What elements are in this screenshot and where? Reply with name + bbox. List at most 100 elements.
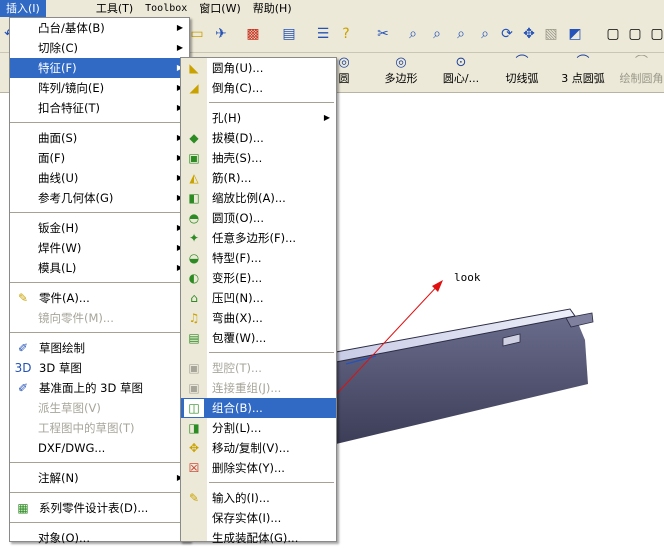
window-icon[interactable]: ▤ [280, 25, 298, 43]
insert-menu-item-12[interactable]: 焊件(W)▶ [10, 238, 189, 258]
menu-item-label: 抽壳(S)... [212, 151, 263, 165]
rotate-icon[interactable]: ⟳ [498, 25, 516, 43]
sketch-fillet-button[interactable]: ⌒ 绘制圆角 [619, 55, 664, 91]
insert-menu-item-9[interactable]: 参考几何体(G)▶ [10, 188, 189, 208]
menu-help[interactable]: 帮助(H) [247, 0, 298, 17]
menu-item-label: 分割(L)... [212, 421, 262, 435]
menu-item-label: 任意多边形(F)... [212, 231, 297, 245]
wrap-icon: ▤ [188, 331, 200, 345]
insert-menu-item-3[interactable]: 阵列/镜向(E)▶ [10, 78, 189, 98]
features-menu-item-13[interactable]: ♫ 弯曲(X)... [181, 308, 336, 328]
features-menu-item-19[interactable]: ◨ 分割(L)... [181, 418, 336, 438]
menu-separator [10, 488, 189, 498]
features-menu-item-0[interactable]: ◣ 圆角(U)... [181, 58, 336, 78]
combine-icon: ◫ [184, 399, 204, 417]
chamfer-icon: ◢ [189, 81, 199, 95]
features-menu-item-9[interactable]: ✦ 任意多边形(F)... [181, 228, 336, 248]
menu-item-label: 3D 草图 [39, 361, 82, 375]
insert-menu-item-7[interactable]: 面(F)▶ [10, 148, 189, 168]
render-icon[interactable]: ▩ [244, 25, 262, 43]
insert-menu-item-2[interactable]: 特征(F)▶ [10, 58, 189, 78]
menu-separator [181, 348, 336, 358]
help-icon[interactable]: ? [337, 25, 355, 43]
insert-menu-item-21[interactable]: 派生草图(V) [10, 398, 189, 418]
features-menu-item-6[interactable]: ◭ 筋(R)... [181, 168, 336, 188]
features-menu-item-5[interactable]: ▣ 抽壳(S)... [181, 148, 336, 168]
insert-menu-item-16[interactable]: 镜向零件(M)... [10, 308, 189, 328]
features-menu-item-7[interactable]: ◧ 缩放比例(A)... [181, 188, 336, 208]
features-menu-item-20[interactable]: ✥ 移动/复制(V)... [181, 438, 336, 458]
select-icon[interactable]: ✂ [374, 25, 392, 43]
features-menu-item-25[interactable]: 生成装配体(G)... [181, 528, 336, 548]
menu-separator [10, 118, 189, 128]
features-menu-item-21[interactable]: ☒ 删除实体(Y)... [181, 458, 336, 478]
insert-menu-item-27[interactable]: ▦ 系列零件设计表(D)... [10, 498, 189, 518]
circle-button[interactable]: ◎ 圆 [338, 55, 350, 91]
features-menu-item-8[interactable]: ◓ 圆顶(O)... [181, 208, 336, 228]
insert-menu-item-15[interactable]: ✎ 零件(A)... [10, 288, 189, 308]
insert-menu-item-19[interactable]: 3D 3D 草图 [10, 358, 189, 378]
insert-menu-item-6[interactable]: 曲面(S)▶ [10, 128, 189, 148]
features-menu-item-24[interactable]: 保存实体(I)... [181, 508, 336, 528]
center-arc-button[interactable]: ⊙ 圆心/... [436, 55, 486, 91]
hidden-lines-icon[interactable]: ▢ [626, 25, 644, 43]
submenu-arrow-icon: ▶ [176, 43, 183, 52]
menu-window[interactable]: 窗口(W) [193, 0, 246, 17]
pan-icon[interactable]: ✥ [520, 25, 538, 43]
menu-item-label: 面(F) [38, 151, 66, 165]
menu-separator [181, 478, 336, 488]
features-menu-item-10[interactable]: ◒ 特型(F)... [181, 248, 336, 268]
wireframe-icon[interactable]: ▢ [604, 25, 622, 43]
menu-item-label: 曲面(S) [38, 131, 78, 145]
zoom-selection-icon[interactable]: ⌕ [476, 25, 494, 43]
insert-menu-item-25[interactable]: 注解(N)▶ [10, 468, 189, 488]
features-menu-item-14[interactable]: ▤ 包覆(W)... [181, 328, 336, 348]
insert-menu-item-1[interactable]: 切除(C) ▶ [10, 38, 189, 58]
polygon-button[interactable]: ◎ 多边形 [381, 55, 421, 91]
features-menu-item-18[interactable]: ◫ 组合(B)... [181, 398, 336, 418]
insert-menu-item-23[interactable]: DXF/DWG... [10, 438, 189, 458]
roll-icon[interactable]: ▧ [542, 25, 560, 43]
features-menu-item-1[interactable]: ◢ 倒角(C)... [181, 78, 336, 98]
menu-item-label: 筋(R)... [212, 171, 252, 185]
menu-item-label: 特型(F)... [212, 251, 262, 265]
menu-toolbox[interactable]: Toolbox [139, 0, 193, 17]
features-menu-item-17[interactable]: ▣ 连接重组(J)... [181, 378, 336, 398]
zoom-fit-icon[interactable]: ⌕ [404, 25, 422, 43]
zoom-area-icon[interactable]: ⌕ [428, 25, 446, 43]
rebuild-icon[interactable]: ✈ [212, 25, 230, 43]
menu-tools[interactable]: 工具(T) [90, 0, 139, 17]
shaded-icon[interactable]: ▢ [648, 25, 664, 43]
features-menu-item-12[interactable]: ⌂ 压凹(N)... [181, 288, 336, 308]
menu-item-label: 特征(F) [38, 61, 77, 75]
insert-menu-item-18[interactable]: ✐ 草图绘制 [10, 338, 189, 358]
features-menu-item-23[interactable]: ✎ 输入的(I)... [181, 488, 336, 508]
menu-item-label: 保存实体(I)... [212, 511, 282, 525]
features-menu-item-11[interactable]: ◐ 变形(E)... [181, 268, 336, 288]
insert-menu-item-29[interactable]: 对象(O)... [10, 528, 189, 548]
insert-menu-item-22[interactable]: 工程图中的草图(T) [10, 418, 189, 438]
insert-menu-item-0[interactable]: 凸台/基体(B) ▶ [10, 18, 189, 38]
menu-insert[interactable]: 插入(I) [0, 0, 46, 17]
features-menu-item-16[interactable]: ▣ 型腔(T)... [181, 358, 336, 378]
three-point-arc-button[interactable]: ⌒ 3 点圆弧 [557, 55, 609, 91]
insert-menu-item-11[interactable]: 钣金(H)▶ [10, 218, 189, 238]
features-menu-item-4[interactable]: ◆ 拔模(D)... [181, 128, 336, 148]
insert-menu-item-13[interactable]: 模具(L)▶ [10, 258, 189, 278]
properties-icon[interactable]: ☰ [314, 25, 332, 43]
insert-menu-item-4[interactable]: 扣合特征(T)▶ [10, 98, 189, 118]
menu-item-label: 包覆(W)... [212, 331, 267, 345]
scale-icon: ◧ [188, 191, 200, 205]
tangent-arc-button[interactable]: ⌒ 切线弧 [502, 55, 542, 91]
menu-separator [10, 278, 189, 288]
view-orientation-icon[interactable]: ◩ [566, 25, 584, 43]
menu-item-label: 钣金(H) [38, 221, 79, 235]
insert-menu-item-20[interactable]: ✐ 基准面上的 3D 草图 [10, 378, 189, 398]
features-menu-item-3[interactable]: 孔(H) ▶ [181, 108, 336, 128]
menu-item-label: 参考几何体(G) [38, 191, 114, 205]
zoom-inout-icon[interactable]: ⌕ [452, 25, 470, 43]
open-icon[interactable]: ▭ [188, 25, 206, 43]
menu-item-label: 圆顶(O)... [212, 211, 264, 225]
three-point-arc-icon: ⌒ [576, 55, 590, 70]
insert-menu-item-8[interactable]: 曲线(U)▶ [10, 168, 189, 188]
